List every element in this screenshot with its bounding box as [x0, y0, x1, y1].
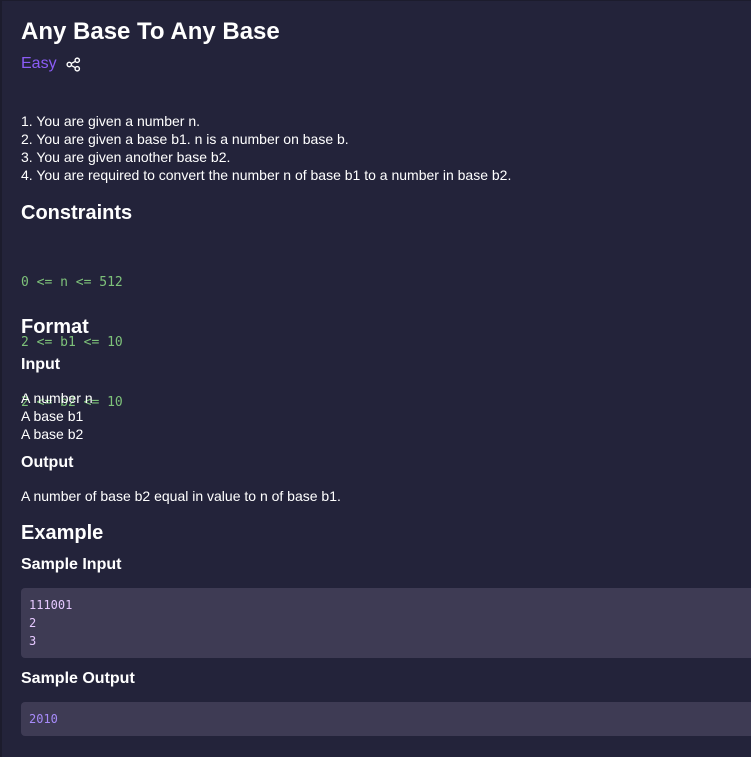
description-line: 4. You are required to convert the numbe…	[21, 167, 512, 183]
constraint-line: 0 <= n <= 512	[21, 275, 123, 290]
output-format-line: A number of base b2 equal in value to n …	[21, 488, 341, 504]
input-format-list: A number n A base b1 A base b2	[21, 389, 93, 443]
input-heading: Input	[21, 356, 61, 373]
sample-input-heading: Sample Input	[21, 556, 122, 573]
constraints-heading: Constraints	[21, 202, 133, 224]
sample-output-box[interactable]: 2010	[21, 702, 751, 736]
problem-page: Any Base To Any Base Easy 1. You are giv…	[0, 0, 751, 757]
share-icon[interactable]	[66, 56, 81, 72]
format-heading: Format	[21, 316, 89, 338]
difficulty-badge: Easy	[21, 55, 57, 72]
input-format-line: A number n	[21, 390, 93, 406]
description-line: 3. You are given another base b2.	[21, 149, 231, 165]
sample-input-line: 3	[29, 634, 37, 648]
sample-output-heading: Sample Output	[21, 670, 135, 687]
problem-title: Any Base To Any Base	[21, 18, 280, 45]
output-heading: Output	[21, 454, 74, 471]
sample-input-box[interactable]: 111001 2 3	[21, 588, 751, 658]
input-format-line: A base b2	[21, 426, 84, 442]
sample-input-line: 2	[29, 616, 37, 630]
problem-meta: Easy	[21, 55, 81, 73]
input-format-line: A base b1	[21, 408, 84, 424]
description-line: 2. You are given a base b1. n is a numbe…	[21, 131, 349, 147]
description-line: 1. You are given a number n.	[21, 113, 201, 129]
sample-input-line: 111001	[29, 598, 73, 612]
sample-output-value: 2010	[29, 712, 58, 726]
problem-description: 1. You are given a number n. 2. You are …	[21, 112, 511, 184]
example-heading: Example	[21, 522, 104, 544]
